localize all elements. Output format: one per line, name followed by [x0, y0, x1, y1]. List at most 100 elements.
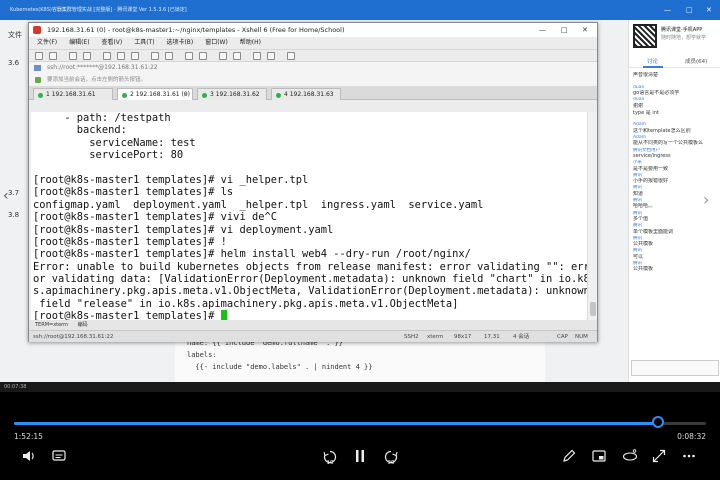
terminal-prompt: [root@k8s-master1 templates]#	[33, 310, 221, 320]
chat-message: 腾讯 单个模板里面能调	[633, 223, 719, 236]
xshell-hint-bar: 要添加当前会话，点击左侧的箭头按钮。	[29, 74, 597, 86]
rewind-10-icon[interactable]: 10	[322, 449, 338, 466]
menu-view[interactable]: 查看(V)	[101, 39, 122, 46]
screen: Kubernetes(K8S)容器集群管理实战 [完整版] - 腾讯课堂 Ver…	[0, 0, 720, 480]
keyboard-icon[interactable]	[219, 52, 227, 60]
pen-icon[interactable]	[562, 449, 576, 463]
maximize-icon[interactable]: □	[686, 0, 693, 20]
volume-icon[interactable]	[22, 449, 36, 463]
terminal-scrollbar[interactable]	[587, 112, 597, 320]
menu-file[interactable]: 文件(F)	[37, 39, 57, 46]
connected-icon	[202, 92, 207, 98]
progress-track[interactable]	[14, 422, 706, 425]
chat-message: 腾讯文档用户 service/ingress	[633, 148, 719, 161]
tab-members[interactable]: 成员(64)	[685, 56, 707, 68]
terminal-line: Error: unable to build kubernetes object…	[33, 260, 587, 273]
document-left-menu: 文件 3.6 3.7 3.8	[8, 30, 22, 220]
tab-label: 4 192.168.31.63	[284, 91, 334, 98]
new-session-icon[interactable]	[35, 52, 43, 60]
status-size: 98x17	[454, 334, 472, 340]
tab-session-4[interactable]: 4 192.168.31.63	[271, 88, 341, 100]
status-sessions: 4 会话	[513, 334, 530, 340]
pause-icon[interactable]	[354, 449, 366, 463]
tab-close-icon[interactable]: ×	[183, 89, 188, 101]
qr-code-icon	[633, 24, 657, 48]
terminal-line: field "release" in io.k8s.apimachinery.p…	[33, 297, 459, 310]
terminal-line: backend:	[33, 124, 127, 137]
bottom-tab-encoding[interactable]: 编码	[78, 322, 88, 328]
menu-help[interactable]: 帮助(H)	[240, 39, 261, 46]
chat-message: 腾讯 公共模板	[633, 261, 719, 274]
close-icon[interactable]: ✕	[706, 0, 712, 20]
subtitle-icon[interactable]	[52, 449, 66, 463]
progress-knob[interactable]	[651, 416, 664, 428]
next-page-icon[interactable]: ›	[703, 190, 709, 209]
rewind-label: 10	[326, 460, 334, 466]
chat-message-text: 小手的报错很好	[633, 178, 669, 185]
disconnect-icon[interactable]	[83, 52, 91, 60]
code-line: labels:	[187, 351, 217, 359]
prev-page-icon[interactable]: ‹	[3, 188, 9, 204]
360-view-icon[interactable]	[622, 449, 638, 463]
xshell-maximize-icon[interactable]: □	[561, 23, 568, 37]
connected-icon	[122, 92, 127, 98]
menu-edit[interactable]: 编辑(E)	[69, 39, 89, 46]
connected-icon	[38, 92, 43, 98]
chat-message-text: 单个模板里面能调	[633, 228, 674, 235]
xshell-close-icon[interactable]: ✕	[582, 23, 588, 37]
script-icon[interactable]	[267, 52, 275, 60]
xshell-title: 192.168.31.61 (0) - root@k8s-master1:~/n…	[47, 26, 345, 34]
chat-input[interactable]	[631, 360, 719, 376]
picture-in-picture-icon[interactable]	[592, 449, 606, 463]
font-icon[interactable]	[233, 52, 241, 60]
terminal-line: [root@k8s-master1 templates]# vi deploym…	[33, 223, 334, 236]
chat-message-text: 声音很清楚	[633, 72, 659, 78]
menu-tabs[interactable]: 选项卡(B)	[166, 39, 193, 46]
find-icon[interactable]	[131, 52, 139, 60]
tab-session-3[interactable]: 3 192.168.31.62	[197, 88, 267, 100]
menu-tools[interactable]: 工具(T)	[134, 39, 154, 46]
chat-message-text: 这个和template怎么区别	[633, 127, 691, 134]
globe-icon[interactable]	[185, 52, 193, 60]
more-icon[interactable]	[682, 449, 696, 463]
link-icon[interactable]	[69, 52, 77, 60]
doc-item-3-8[interactable]: 3.8	[8, 210, 22, 220]
properties-icon[interactable]	[165, 52, 173, 60]
open-icon[interactable]	[49, 52, 57, 60]
chat-message: 腾讯 多个值	[633, 211, 719, 224]
doc-item-3-6[interactable]: 3.6	[8, 58, 22, 68]
chat-messages: 声音很清楚 duan go语言是不是必须学 duan 谢谢 type 是 int Adam 这…	[633, 72, 719, 274]
xshell-address-bar[interactable]: ssh://root:*******@192.168.31.61:22	[29, 62, 597, 74]
chat-message: 腾讯 小手的报错很好	[633, 173, 719, 186]
chat-message: Adam 能从不同类的写一个公共模板么	[633, 135, 719, 148]
terminal-line: or validating data: [ValidationError(Dep…	[33, 273, 587, 286]
terminal-output[interactable]: - path: /testpath backend: serviceName: …	[31, 112, 587, 320]
transfer-icon[interactable]	[253, 52, 261, 60]
xshell-minimize-icon[interactable]: —	[539, 23, 546, 37]
help-icon[interactable]	[287, 52, 295, 60]
tab-session-2[interactable]: 2 192.168.31.61 (0) ×	[117, 88, 193, 100]
minimize-icon[interactable]: —	[664, 0, 671, 20]
lock-icon[interactable]	[199, 52, 207, 60]
tab-label: 3 192.168.31.62	[210, 91, 260, 98]
arrow-icon[interactable]	[35, 77, 41, 83]
print-icon[interactable]	[151, 52, 159, 60]
doc-item-file[interactable]: 文件	[8, 30, 22, 40]
xshell-bottom-tabs: TERM=xterm 编码	[29, 320, 597, 330]
scrollbar-thumb[interactable]	[590, 302, 596, 316]
doc-item-3-7[interactable]: 3.7	[8, 188, 22, 198]
chat-message-text: 公共模板	[633, 266, 654, 273]
terminal-cursor	[220, 310, 227, 320]
tab-session-1[interactable]: 1 192.168.31.61	[33, 88, 113, 100]
paste-icon[interactable]	[117, 52, 125, 60]
fullscreen-icon[interactable]	[652, 449, 666, 463]
menu-window[interactable]: 窗口(W)	[205, 39, 228, 46]
xshell-tab-bar: 1 192.168.31.61 2 192.168.31.61 (0) × 3 …	[29, 86, 597, 100]
code-line: {{- include "demo.labels" . | nindent 4 …	[187, 363, 373, 371]
chat-message-text: 是不是要用一致	[633, 165, 669, 172]
bottom-tab-term[interactable]: TERM=xterm	[35, 322, 68, 328]
forward-30-icon[interactable]: 30	[383, 449, 399, 466]
status-cap: CAP	[557, 334, 568, 340]
copy-icon[interactable]	[103, 52, 111, 60]
